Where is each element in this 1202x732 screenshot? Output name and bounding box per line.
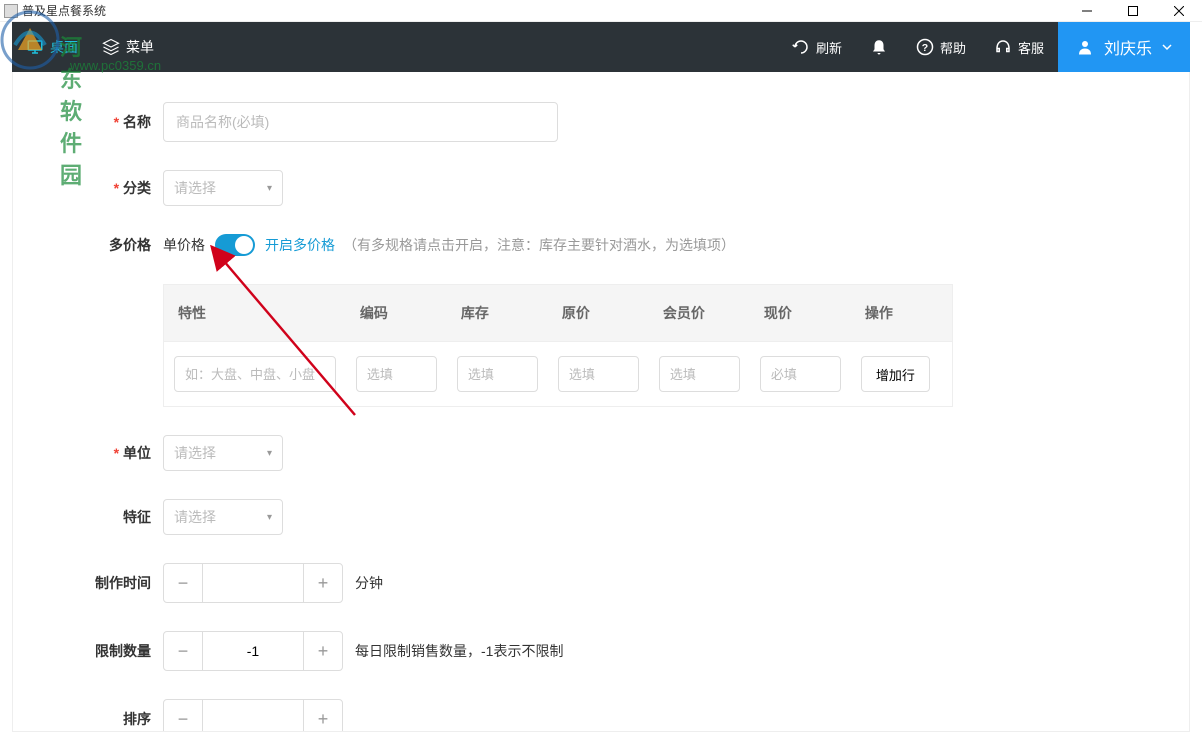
user-icon — [1076, 38, 1094, 56]
help-button[interactable]: ? 帮助 — [902, 22, 980, 72]
refresh-icon — [792, 38, 810, 56]
bell-icon — [870, 38, 888, 56]
add-row-button[interactable]: 增加行 — [861, 356, 930, 392]
refresh-button[interactable]: 刷新 — [778, 22, 856, 72]
sort-label: 排序 — [73, 709, 163, 729]
nav-tab-menu[interactable]: 菜单 — [102, 37, 154, 57]
member-price-input[interactable] — [659, 356, 740, 392]
multiprice-label: 多价格 — [73, 235, 163, 255]
th-code: 编码 — [346, 285, 447, 342]
refresh-label: 刷新 — [816, 38, 842, 57]
unit-placeholder: 请选择 — [174, 443, 216, 463]
limit-decrement[interactable]: − — [163, 631, 203, 671]
chevron-down-icon: ▾ — [267, 183, 272, 194]
close-button[interactable] — [1156, 0, 1202, 22]
chevron-down-icon: ▾ — [267, 448, 272, 459]
unit-label: 单位 — [73, 443, 163, 463]
code-input[interactable] — [356, 356, 437, 392]
minimize-icon — [1082, 6, 1092, 16]
nav-tab-desktop-label: 桌面 — [50, 37, 78, 57]
sort-input[interactable] — [203, 699, 303, 732]
enable-multiprice-label: 开启多价格 — [265, 235, 335, 255]
th-action: 操作 — [851, 285, 952, 342]
limit-increment[interactable]: + — [303, 631, 343, 671]
nav-tab-menu-label: 菜单 — [126, 37, 154, 57]
feature-placeholder: 请选择 — [174, 507, 216, 527]
maximize-button[interactable] — [1110, 0, 1156, 22]
category-label: 分类 — [73, 178, 163, 198]
chevron-down-icon — [1162, 42, 1172, 52]
category-placeholder: 请选择 — [174, 178, 216, 198]
multiprice-hint: （有多规格请点击开启，注意：库存主要针对酒水，为选填项） — [343, 235, 735, 255]
unit-select[interactable]: 请选择 ▾ — [163, 435, 283, 471]
cooktime-input[interactable] — [203, 563, 303, 603]
notifications-button[interactable] — [856, 22, 902, 72]
sort-decrement[interactable]: − — [163, 699, 203, 732]
single-price-label: 单价格 — [163, 235, 205, 255]
multiprice-toggle[interactable] — [215, 234, 255, 256]
stack-icon — [102, 38, 120, 56]
minimize-button[interactable] — [1064, 0, 1110, 22]
sort-stepper: − + — [163, 699, 343, 732]
help-icon: ? — [916, 38, 934, 56]
table-row: 增加行 — [164, 342, 952, 406]
limit-input[interactable] — [203, 631, 303, 671]
desktop-icon — [26, 38, 44, 56]
th-member-price: 会员价 — [649, 285, 750, 342]
close-icon — [1174, 6, 1184, 16]
stock-input[interactable] — [457, 356, 538, 392]
cooktime-stepper: − + — [163, 563, 343, 603]
nav-tab-desktop[interactable]: 桌面 — [26, 37, 78, 57]
maximize-icon — [1128, 6, 1138, 16]
th-original-price: 原价 — [548, 285, 649, 342]
help-label: 帮助 — [940, 38, 966, 57]
price-table: 特性 编码 库存 原价 会员价 现价 操作 增加行 — [163, 284, 953, 407]
svg-text:?: ? — [922, 42, 928, 54]
current-price-input[interactable] — [760, 356, 841, 392]
feature-input[interactable] — [174, 356, 336, 392]
user-name: 刘庆乐 — [1104, 35, 1152, 59]
window-titlebar: 普及星点餐系统 — [0, 0, 1202, 22]
cooktime-increment[interactable]: + — [303, 563, 343, 603]
feature-select[interactable]: 请选择 ▾ — [163, 499, 283, 535]
cooktime-label: 制作时间 — [73, 573, 163, 593]
th-feature: 特性 — [164, 285, 346, 342]
th-stock: 库存 — [447, 285, 548, 342]
window-title: 普及星点餐系统 — [22, 2, 106, 19]
category-select[interactable]: 请选择 ▾ — [163, 170, 283, 206]
cooktime-decrement[interactable]: − — [163, 563, 203, 603]
form-content: 名称 分类 请选择 ▾ 多价格 单价格 开启多价格 （有多规格请点击开启，注意：… — [12, 72, 1190, 732]
main-navbar: 桌面 菜单 刷新 ? 帮助 客服 刘庆乐 — [12, 22, 1190, 72]
limit-hint: 每日限制销售数量，-1表示不限制 — [355, 641, 563, 661]
name-input[interactable] — [163, 102, 558, 142]
limit-label: 限制数量 — [73, 641, 163, 661]
original-price-input[interactable] — [558, 356, 639, 392]
app-icon — [4, 4, 18, 18]
cooktime-unit: 分钟 — [355, 573, 383, 593]
headset-icon — [994, 38, 1012, 56]
service-label: 客服 — [1018, 38, 1044, 57]
limit-stepper: − + — [163, 631, 343, 671]
user-menu[interactable]: 刘庆乐 — [1058, 22, 1190, 72]
th-current-price: 现价 — [750, 285, 851, 342]
sort-increment[interactable]: + — [303, 699, 343, 732]
chevron-down-icon: ▾ — [267, 512, 272, 523]
name-label: 名称 — [73, 112, 163, 132]
feature-label: 特征 — [73, 507, 163, 527]
service-button[interactable]: 客服 — [980, 22, 1058, 72]
